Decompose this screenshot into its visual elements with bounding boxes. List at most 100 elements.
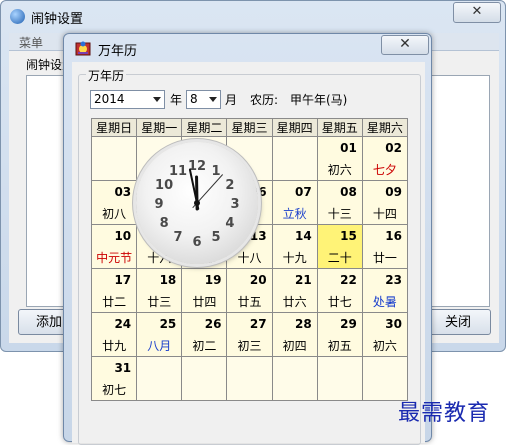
weekday-header: 星期六 <box>361 118 409 137</box>
lunar-date: 廿一 <box>372 251 397 265</box>
day-cell[interactable]: 14 十九 <box>271 224 318 269</box>
calendar-week-row: 31 初七 <box>90 356 409 401</box>
empty-day-cell <box>316 356 363 401</box>
lunar-date: 廿七 <box>327 295 352 309</box>
lunar-date: 处暑 <box>372 295 397 309</box>
day-cell[interactable]: 18 廿三 <box>136 268 183 313</box>
day-cell[interactable]: 02 七夕 <box>361 136 409 181</box>
day-cell[interactable]: 30 初六 <box>361 312 409 357</box>
day-cell[interactable]: 10 中元节 <box>90 224 138 269</box>
empty-day-cell <box>361 356 409 401</box>
clock-numeral: 5 <box>211 230 220 245</box>
year-select-value: 2014 <box>94 92 125 106</box>
day-number: 14 <box>295 229 312 243</box>
day-cell[interactable]: 26 初二 <box>181 312 228 357</box>
day-cell[interactable]: 29 初五 <box>316 312 363 357</box>
analog-clock: 12 1 2 3 4 5 6 7 8 9 10 11 <box>136 142 258 264</box>
weekday-header: 星期五 <box>316 118 363 137</box>
lunar-date: 初四 <box>282 339 307 353</box>
clock-center-pin <box>194 200 200 206</box>
day-cell[interactable]: 20 廿五 <box>226 268 273 313</box>
day-cell[interactable]: 03 初八 <box>90 180 138 225</box>
day-number: 03 <box>114 185 132 199</box>
lunar-year-value: 甲午年(马) <box>290 93 348 107</box>
day-number: 19 <box>204 273 222 287</box>
day-number: 18 <box>159 273 177 287</box>
day-number: 10 <box>114 229 132 243</box>
day-number: 21 <box>295 273 312 287</box>
day-number: 16 <box>385 229 402 243</box>
chevron-down-icon <box>153 97 161 102</box>
lunar-date: 初七 <box>102 383 127 397</box>
day-cell[interactable]: 24 廿九 <box>90 312 138 357</box>
clock-numeral: 9 <box>154 197 163 212</box>
day-cell[interactable]: 27 初三 <box>226 312 273 357</box>
day-cell[interactable]: 25 八月 <box>136 312 183 357</box>
clock-numeral: 11 <box>169 164 187 179</box>
day-cell[interactable]: 08 十三 <box>316 180 363 225</box>
day-cell[interactable]: 23 处暑 <box>361 268 409 313</box>
month-select[interactable]: 8 <box>186 90 221 109</box>
lunar-date: 十九 <box>282 251 307 265</box>
calendar-window-title: 万年历 <box>98 44 138 59</box>
day-number: 15 <box>340 229 357 243</box>
clock-numeral: 4 <box>225 216 234 231</box>
lunar-date: 初八 <box>102 207 127 221</box>
lunar-date: 十三 <box>327 207 352 221</box>
day-cell[interactable]: 17 廿二 <box>90 268 138 313</box>
day-cell[interactable]: 19 廿四 <box>181 268 228 313</box>
empty-day-cell <box>181 356 228 401</box>
calendar-window-close-button[interactable]: ✕ <box>381 35 429 55</box>
lunar-date: 十四 <box>372 207 397 221</box>
year-select[interactable]: 2014 <box>90 90 165 109</box>
day-cell[interactable]: 01 初六 <box>316 136 363 181</box>
day-number: 29 <box>340 317 357 331</box>
lunar-label: 农历: <box>250 93 279 107</box>
day-cell[interactable]: 16 廿一 <box>361 224 409 269</box>
day-cell[interactable]: 28 初四 <box>271 312 318 357</box>
menu-item[interactable]: 菜单 <box>19 34 43 51</box>
weekday-header: 星期三 <box>226 118 273 137</box>
day-number: 20 <box>249 273 267 287</box>
lunar-date: 初二 <box>192 339 217 353</box>
day-number: 01 <box>340 141 357 155</box>
day-cell[interactable]: 07 立秋 <box>271 180 318 225</box>
month-unit-label: 月 <box>225 93 238 107</box>
lunar-date: 廿三 <box>147 295 172 309</box>
day-number: 27 <box>249 317 267 331</box>
day-number: 23 <box>385 273 402 287</box>
calendar-week-row: 24 廿九 25 八月 26 初二 27 初三 28 初四 29 初五 30 初六 <box>90 312 409 357</box>
day-cell[interactable]: 31 初七 <box>90 356 138 401</box>
lunar-date: 初六 <box>372 339 397 353</box>
close-button[interactable]: 关闭 <box>425 309 491 335</box>
empty-day-cell <box>271 356 318 401</box>
weekday-header: 星期日 <box>90 118 138 137</box>
lunar-date: 二十 <box>327 251 352 265</box>
lunar-date: 廿九 <box>102 339 127 353</box>
clock-face: 12 1234567891011 <box>154 159 239 250</box>
lunar-date: 廿六 <box>282 295 307 309</box>
day-number: 24 <box>114 317 132 331</box>
lunar-date: 廿四 <box>192 295 217 309</box>
lunar-date: 八月 <box>147 339 172 353</box>
day-number: 31 <box>114 361 132 375</box>
chevron-down-icon <box>209 97 217 102</box>
weekday-header: 星期一 <box>136 118 183 137</box>
year-unit-label: 年 <box>170 93 183 107</box>
day-cell[interactable]: 09 十四 <box>361 180 409 225</box>
lunar-date: 初三 <box>237 339 262 353</box>
clock-numeral: 6 <box>192 235 201 250</box>
empty-day-cell <box>90 136 138 181</box>
day-number: 02 <box>385 141 402 155</box>
calendar-week-row: 17 廿二 18 廿三 19 廿四 20 廿五 21 廿六 22 廿七 23 处暑 <box>90 268 409 313</box>
lunar-date: 廿二 <box>102 295 127 309</box>
alarm-window-close-button[interactable]: ✕ <box>453 2 501 23</box>
lunar-date: 廿五 <box>237 295 262 309</box>
day-cell[interactable]: 21 廿六 <box>271 268 318 313</box>
empty-day-cell <box>226 356 273 401</box>
calendar-group-label: 万年历 <box>86 67 127 84</box>
day-cell[interactable]: 15 二十 <box>316 224 363 269</box>
day-cell[interactable]: 22 廿七 <box>316 268 363 313</box>
day-number: 09 <box>385 185 402 199</box>
day-number: 17 <box>114 273 132 287</box>
